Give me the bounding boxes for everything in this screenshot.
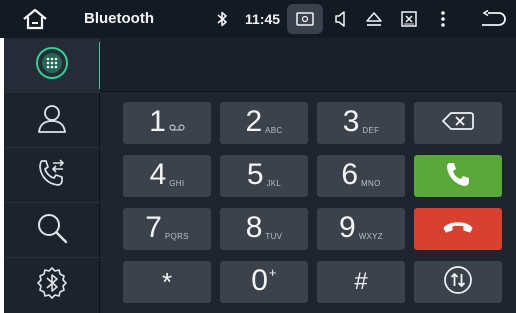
sidebar: [4, 38, 101, 313]
sidebar-item-bluetooth-settings[interactable]: [4, 258, 100, 313]
sidebar-item-dialpad[interactable]: [4, 38, 101, 93]
number-display: [100, 38, 516, 92]
key-2[interactable]: 2 ABC: [220, 102, 308, 144]
back-icon[interactable]: [480, 9, 506, 33]
sidebar-item-call-log[interactable]: [4, 148, 100, 203]
key-6[interactable]: 6 MNO: [317, 155, 405, 197]
key-7[interactable]: 7 PQRS: [123, 208, 211, 250]
key-3[interactable]: 3 DEF: [317, 102, 405, 144]
key-1[interactable]: 1: [123, 102, 211, 144]
close-window-icon[interactable]: [400, 10, 418, 33]
swap-audio-icon: [443, 265, 473, 300]
key-0[interactable]: 0 +: [220, 261, 308, 303]
sidebar-item-search[interactable]: [4, 203, 100, 258]
bluetooth-gear-icon: [35, 266, 69, 305]
app-title: Bluetooth: [84, 10, 154, 27]
hang-up-button[interactable]: [414, 208, 502, 250]
eject-icon[interactable]: [365, 10, 383, 33]
screenshot-icon[interactable]: [287, 4, 323, 34]
volume-icon[interactable]: [334, 10, 348, 33]
key-hash[interactable]: #: [317, 261, 405, 303]
dialer-panel: 1 2 ABC 3 DEF 4 GHI 5 JKL 6 MNO 7 PQRS 8…: [100, 38, 516, 313]
key-4[interactable]: 4 GHI: [123, 155, 211, 197]
hang-up-icon: [442, 219, 474, 240]
backspace-icon: [441, 111, 475, 136]
person-icon: [36, 102, 68, 139]
key-5[interactable]: 5 JKL: [220, 155, 308, 197]
status-bar: Bluetooth 11:45: [0, 0, 516, 38]
dialpad-icon: [34, 45, 70, 86]
clock: 11:45: [245, 11, 281, 27]
key-9[interactable]: 9 WXYZ: [317, 208, 405, 250]
key-star[interactable]: *: [123, 261, 211, 303]
home-icon[interactable]: [22, 8, 48, 30]
more-vertical-icon[interactable]: [440, 10, 446, 33]
call-button[interactable]: [414, 155, 502, 197]
search-icon: [35, 211, 69, 250]
voicemail-icon: [169, 124, 185, 133]
call-transfer-icon: [36, 157, 68, 194]
sidebar-item-contacts[interactable]: [4, 93, 100, 148]
key-8[interactable]: 8 TUV: [220, 208, 308, 250]
backspace-button[interactable]: [414, 102, 502, 144]
bluetooth-icon: [215, 10, 229, 28]
swap-audio-button[interactable]: [414, 261, 502, 303]
call-icon: [445, 161, 471, 192]
